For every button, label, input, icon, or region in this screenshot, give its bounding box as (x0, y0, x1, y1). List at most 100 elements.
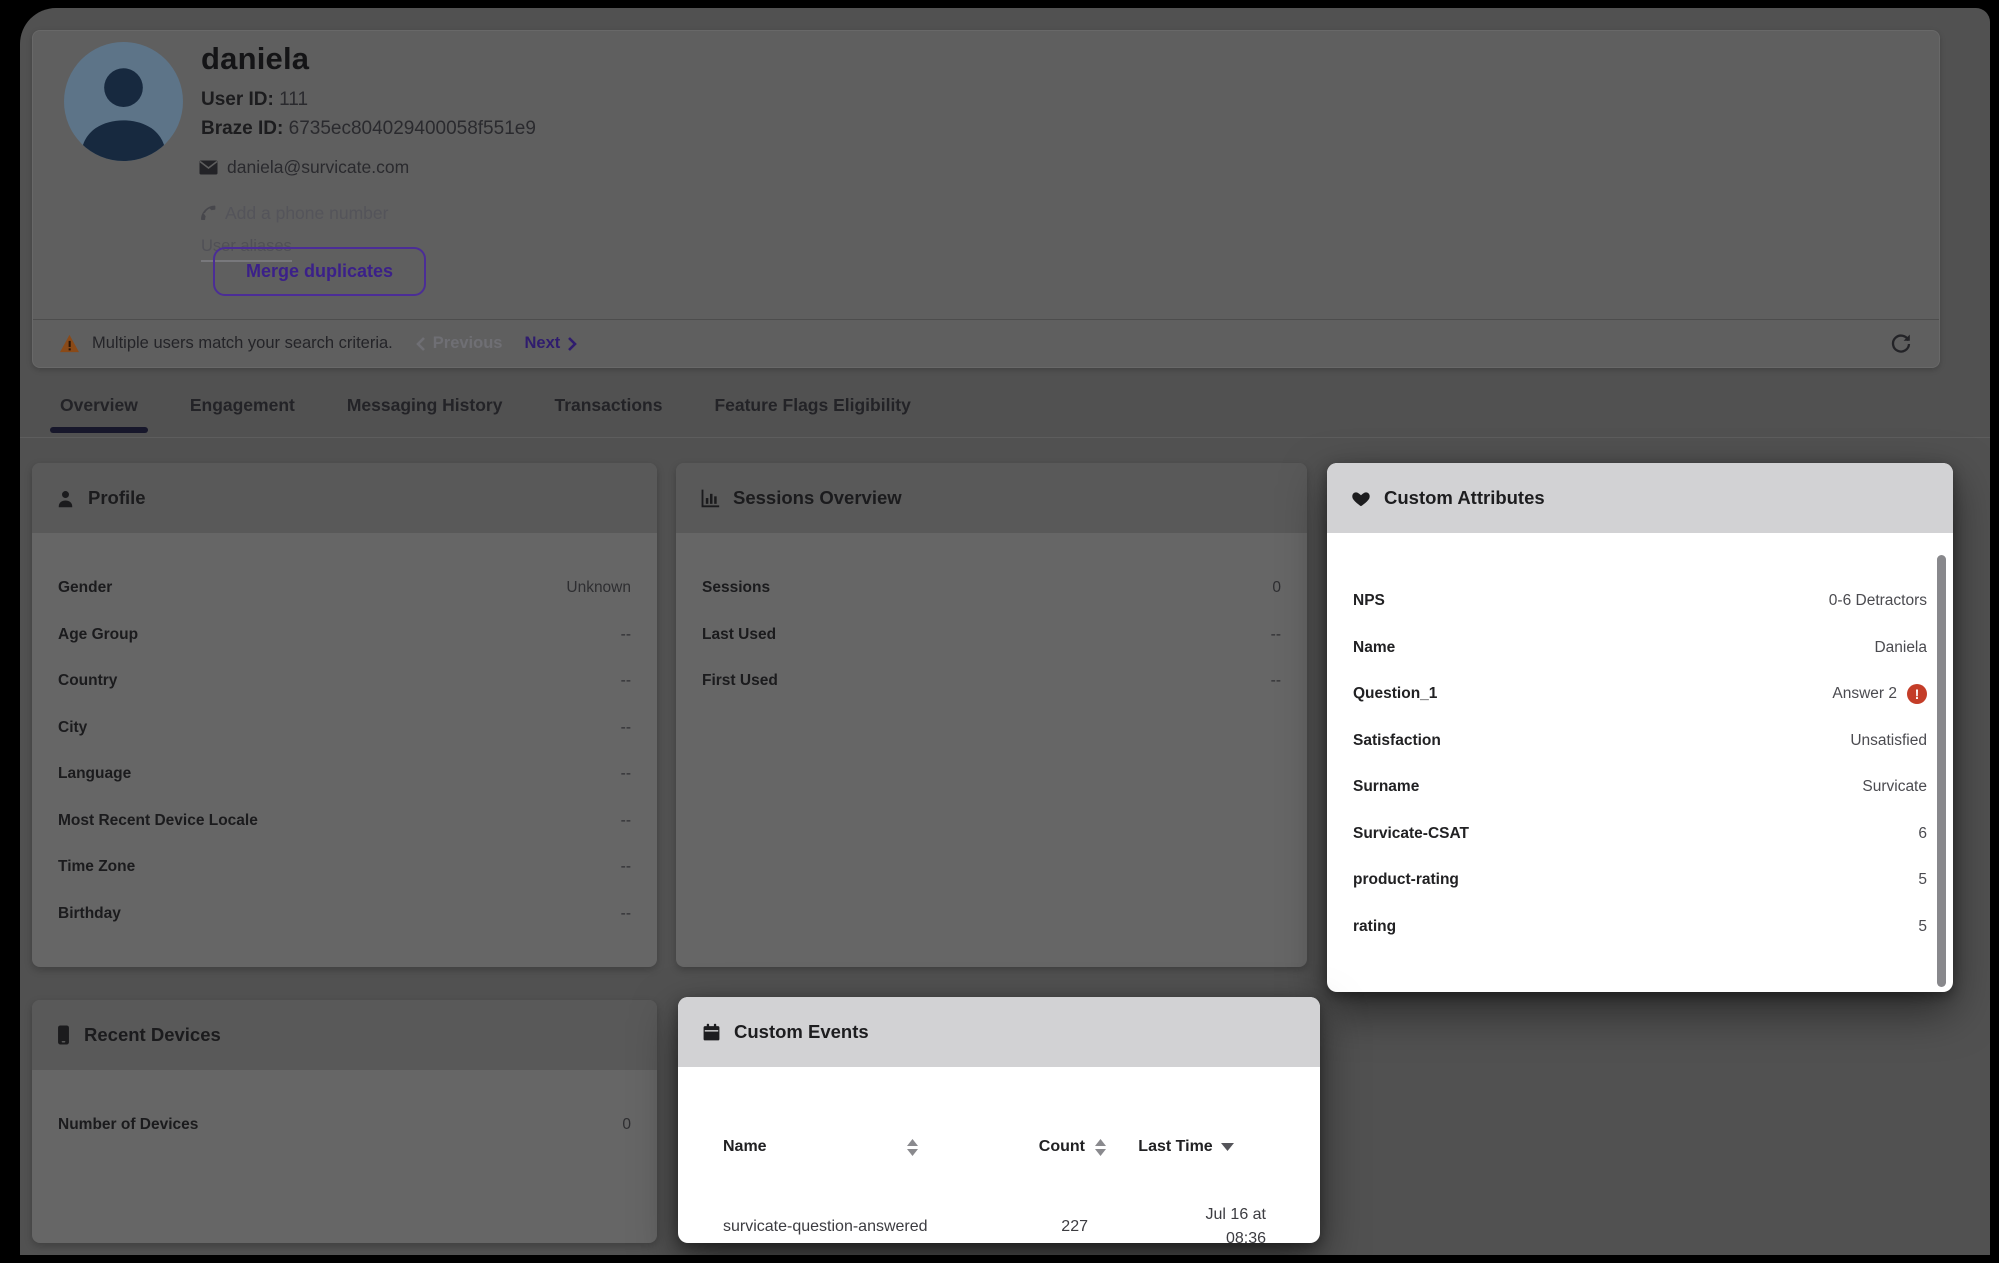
row-value: -- (621, 812, 631, 830)
heart-icon (1351, 489, 1371, 507)
person-icon (56, 489, 75, 508)
user-id-line: User ID: 111 (201, 89, 308, 111)
attribute-row: NPS0-6 Detractors (1353, 578, 1927, 625)
profile-row: GenderUnknown (58, 565, 631, 612)
row-label: Most Recent Device Locale (58, 812, 258, 830)
attribute-row: NameDaniela (1353, 625, 1927, 672)
row-label: Surname (1353, 778, 1419, 796)
add-phone-label: Add a phone number (225, 203, 388, 224)
event-count: 227 (956, 1218, 1106, 1236)
column-label: Count (1039, 1138, 1085, 1156)
bar-chart-icon (700, 488, 720, 508)
braze-id-label: Braze ID: (201, 118, 283, 139)
sessions-overview-card: Sessions Overview Sessions0 Last Used-- … (676, 463, 1307, 967)
profile-card-header: Profile (32, 463, 657, 533)
row-value: -- (621, 765, 631, 783)
avatar (64, 42, 183, 161)
tab-engagement[interactable]: Engagement (190, 382, 295, 437)
row-value: 0 (1272, 579, 1281, 597)
row-label: Age Group (58, 626, 138, 644)
scrollbar-thumb[interactable] (1937, 555, 1946, 987)
profile-row: Age Group-- (58, 612, 631, 659)
column-header-count[interactable]: Count (956, 1138, 1106, 1156)
sessions-card-header: Sessions Overview (676, 463, 1307, 533)
calendar-icon (702, 1023, 721, 1042)
row-value: -- (1271, 672, 1281, 690)
previous-user-button[interactable]: Previous (415, 334, 503, 353)
card-title: Profile (88, 487, 146, 509)
sessions-row: Last Used-- (702, 612, 1281, 659)
card-title: Custom Events (734, 1021, 869, 1043)
event-last-time: Jul 16 at 08:36 (1106, 1203, 1266, 1251)
profile-row: City-- (58, 705, 631, 752)
user-id-value: 111 (279, 89, 308, 110)
custom-events-table-header: Name Count Last Time (723, 1115, 1266, 1179)
refresh-button[interactable] (1889, 332, 1913, 356)
row-label: rating (1353, 918, 1396, 936)
attribute-row: SurnameSurvicate (1353, 764, 1927, 811)
tab-feature-flags-eligibility[interactable]: Feature Flags Eligibility (714, 382, 910, 437)
profile-row: Most Recent Device Locale -- (58, 798, 631, 845)
column-label: Last Time (1138, 1135, 1212, 1160)
column-header-name[interactable]: Name (723, 1138, 956, 1156)
row-label: Gender (58, 579, 112, 597)
attribute-row: Question_1 Answer 2 ! (1353, 671, 1927, 718)
email-line: daniela@survicate.com (199, 157, 409, 178)
tab-label: Feature Flags Eligibility (714, 395, 910, 415)
custom-attributes-card: Custom Attributes NPS0-6 Detractors Name… (1327, 463, 1953, 992)
profile-card-body: GenderUnknown Age Group-- Country-- City… (32, 533, 657, 937)
row-label: Language (58, 765, 131, 783)
alert-message: Multiple users match your search criteri… (92, 334, 393, 353)
row-label: Satisfaction (1353, 732, 1441, 750)
row-value: 0 (622, 1116, 631, 1134)
row-value: -- (621, 905, 631, 923)
row-value: Unsatisfied (1850, 732, 1927, 750)
user-profile-page: daniela User ID: 111 Braze ID: 6735ec804… (20, 8, 1990, 1255)
tab-label: Transactions (554, 395, 662, 415)
column-header-last-time[interactable]: Last Time (1106, 1135, 1266, 1160)
event-last-time-hour: 08:36 (1126, 1227, 1266, 1251)
column-label: Name (723, 1138, 767, 1156)
custom-events-card: Custom Events Name Count (678, 997, 1320, 1243)
error-icon[interactable]: ! (1907, 684, 1927, 704)
next-user-button[interactable]: Next (524, 334, 578, 353)
tab-transactions[interactable]: Transactions (554, 382, 662, 437)
sort-desc-icon (1221, 1143, 1234, 1151)
row-value: 6 (1918, 825, 1927, 843)
row-label: Birthday (58, 905, 121, 923)
custom-attributes-card-body: NPS0-6 Detractors NameDaniela Question_1… (1327, 533, 1953, 950)
active-tab-underline (50, 427, 148, 433)
card-title: Custom Attributes (1384, 487, 1545, 509)
tab-label: Engagement (190, 395, 295, 415)
user-id-label: User ID: (201, 89, 274, 110)
row-value: -- (621, 858, 631, 876)
row-value: Daniela (1874, 639, 1927, 657)
row-value: -- (1271, 626, 1281, 644)
row-label: City (58, 719, 87, 737)
refresh-icon (1889, 332, 1913, 356)
custom-events-table: Name Count Last Time (678, 1067, 1320, 1251)
tab-label: Overview (60, 395, 138, 415)
profile-row: Language -- (58, 751, 631, 798)
mobile-device-icon (56, 1025, 71, 1045)
merge-duplicates-button[interactable]: Merge duplicates (213, 247, 426, 296)
sessions-row: Sessions0 (702, 565, 1281, 612)
row-value: 0-6 Detractors (1829, 592, 1927, 610)
profile-row: Time Zone-- (58, 844, 631, 891)
braze-id-value: 6735ec804029400058f551e9 (289, 118, 536, 139)
tab-messaging-history[interactable]: Messaging History (347, 382, 503, 437)
device-row: Number of Devices0 (58, 1102, 631, 1149)
envelope-icon (199, 160, 218, 175)
tab-label: Messaging History (347, 395, 503, 415)
custom-attributes-card-header: Custom Attributes (1327, 463, 1953, 533)
event-last-time-date: Jul 16 at (1126, 1203, 1266, 1227)
tab-overview[interactable]: Overview (60, 382, 138, 437)
row-value: 5 (1918, 871, 1927, 889)
attribute-row: rating5 (1353, 904, 1927, 951)
profile-tabs: Overview Engagement Messaging History Tr… (20, 382, 1990, 438)
sessions-card-body: Sessions0 Last Used-- First Used-- (676, 533, 1307, 705)
person-avatar-icon (64, 42, 183, 161)
email-value: daniela@survicate.com (227, 157, 409, 178)
braze-id-line: Braze ID: 6735ec804029400058f551e9 (201, 118, 536, 140)
add-phone-link[interactable]: Add a phone number (199, 203, 388, 224)
